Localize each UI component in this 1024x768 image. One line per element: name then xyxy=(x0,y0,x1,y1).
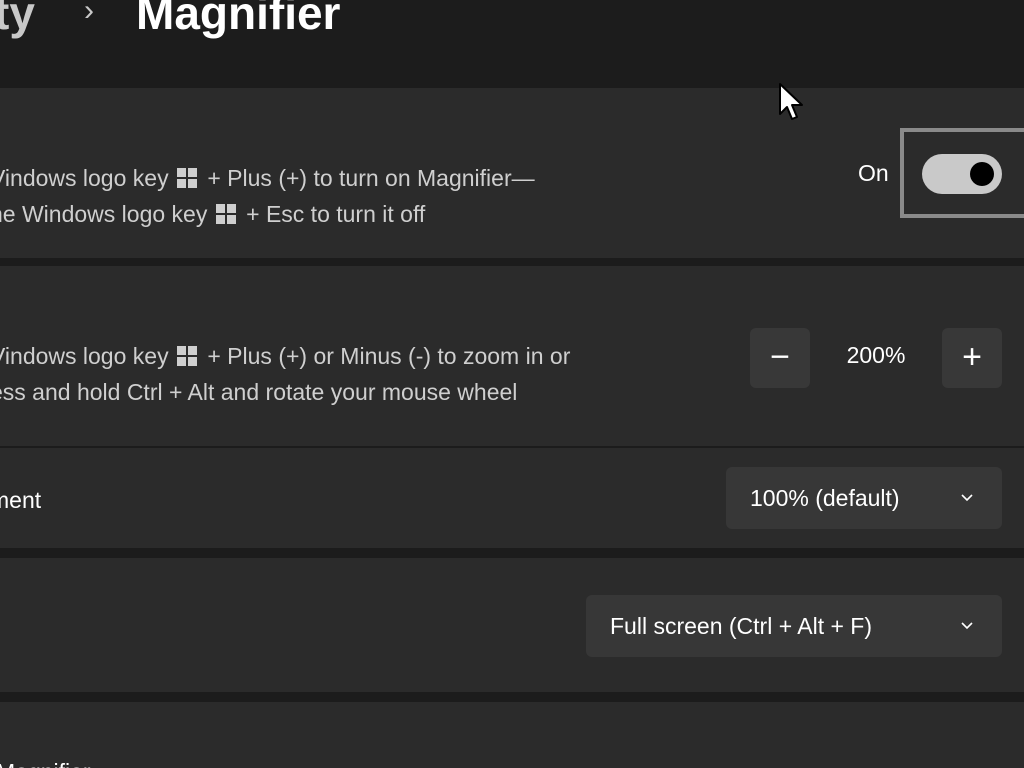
breadcrumb-separator: › xyxy=(84,0,94,27)
view-mode-dropdown[interactable]: Full screen (Ctrl + Alt + F) xyxy=(586,595,1002,657)
magnifier-toggle-desc-line1: Vindows logo key + Plus (+) to turn on M… xyxy=(0,160,535,196)
breadcrumb: ty › Magnifier xyxy=(0,0,1024,88)
zoom-increment-label: ment xyxy=(0,487,42,513)
zoom-in-button[interactable]: + xyxy=(942,328,1002,388)
windows-logo-icon xyxy=(176,168,197,188)
desc-text: Vindows logo key xyxy=(0,165,169,191)
desc-text: + Plus (+) or Minus (-) to zoom in or xyxy=(207,343,571,369)
settings-window: ty › Magnifier Vindows logo key + Plus (… xyxy=(0,0,1024,768)
magnifier-toggle-switch[interactable] xyxy=(922,154,1002,194)
chevron-down-icon xyxy=(961,494,973,502)
magnifier-toggle-desc-line2: he Windows logo key + Esc to turn it off xyxy=(0,196,425,232)
toggle-knob xyxy=(970,162,994,186)
bottom-setting-label: Magnifier xyxy=(0,754,91,768)
mouse-cursor-icon xyxy=(779,83,803,120)
zoom-increment-dropdown[interactable]: 100% (default) xyxy=(726,467,1002,529)
windows-logo-icon xyxy=(215,204,236,224)
zoom-level-desc-line1: Vindows logo key + Plus (+) or Minus (-)… xyxy=(0,338,570,374)
bottom-setting-card: Magnifier xyxy=(0,702,1024,768)
desc-text: + Esc to turn it off xyxy=(246,201,426,227)
breadcrumb-parent-link[interactable]: ty xyxy=(0,0,35,40)
desc-text: Vindows logo key xyxy=(0,343,169,369)
zoom-level-value: 200% xyxy=(846,342,906,368)
toggle-state-label: On xyxy=(858,160,889,186)
desc-text: + Plus (+) to turn on Magnifier— xyxy=(207,165,535,191)
view-mode-selected: Full screen (Ctrl + Alt + F) xyxy=(610,613,873,639)
desc-text: he Windows logo key xyxy=(0,201,208,227)
zoom-out-button[interactable]: − xyxy=(750,328,810,388)
zoom-increment-selected: 100% (default) xyxy=(750,485,900,511)
page-title: Magnifier xyxy=(136,0,341,39)
zoom-level-desc-line2: ess and hold Ctrl + Alt and rotate your … xyxy=(0,379,518,405)
windows-logo-icon xyxy=(176,346,197,366)
chevron-down-icon xyxy=(961,622,973,630)
